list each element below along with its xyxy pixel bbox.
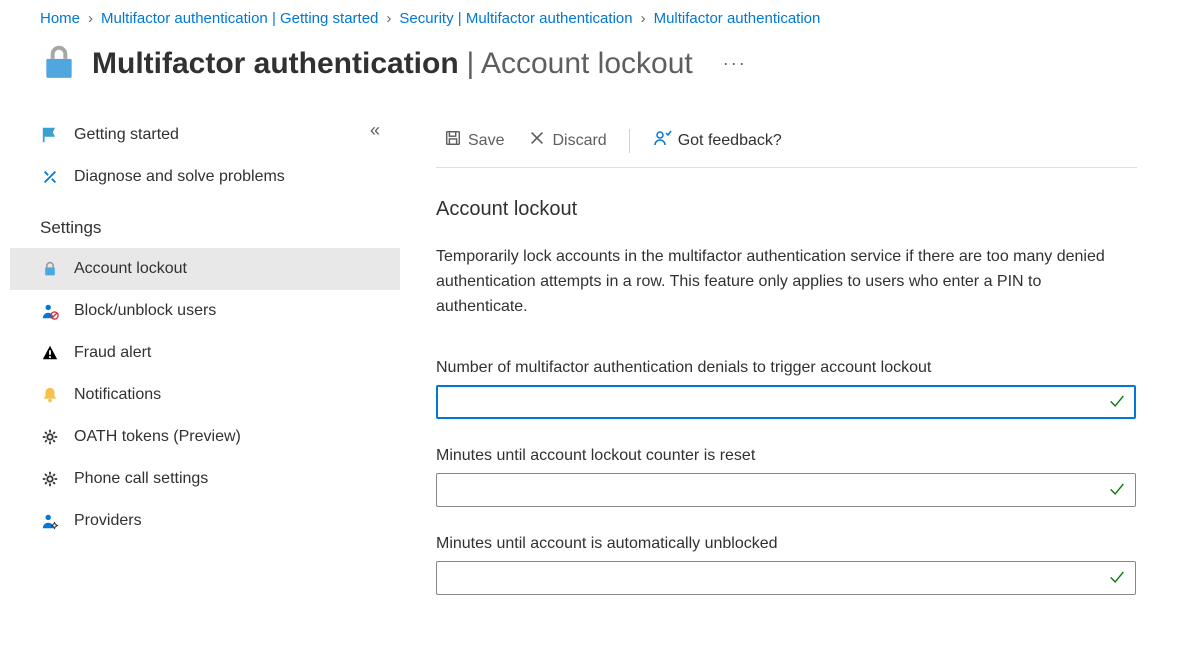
- sidebar-item-label: Fraud alert: [74, 344, 151, 362]
- check-icon: [1108, 568, 1126, 589]
- breadcrumb-link[interactable]: Home: [40, 10, 80, 27]
- sidebar-group-header: Settings: [10, 198, 400, 248]
- user-gear-icon: [40, 511, 60, 531]
- discard-button[interactable]: Discard: [520, 125, 614, 156]
- content-area: Account lockout Temporarily lock account…: [436, 168, 1137, 653]
- page-header: Multifactor authentication | Account loc…: [0, 37, 1177, 114]
- sidebar-item-getting-started[interactable]: Getting started: [10, 114, 400, 156]
- check-icon: [1108, 392, 1126, 413]
- sidebar-item-fraud-alert[interactable]: Fraud alert: [10, 332, 400, 374]
- chevron-right-icon: ›: [386, 10, 391, 27]
- warning-icon: [40, 343, 60, 363]
- discard-label: Discard: [552, 132, 606, 150]
- close-icon: [528, 129, 546, 152]
- form-group-denials: Number of multifactor authentication den…: [436, 359, 1137, 419]
- lock-icon: [40, 43, 78, 84]
- sidebar-item-label: Phone call settings: [74, 470, 208, 488]
- sidebar-item-label: Providers: [74, 512, 142, 530]
- breadcrumb-link[interactable]: Security | Multifactor authentication: [399, 10, 632, 27]
- sidebar-item-label: Diagnose and solve problems: [74, 168, 285, 186]
- form-label: Minutes until account is automatically u…: [436, 535, 1137, 553]
- form-group-unblock-minutes: Minutes until account is automatically u…: [436, 535, 1137, 595]
- sidebar-item-label: Getting started: [74, 126, 179, 144]
- breadcrumb: Home › Multifactor authentication | Gett…: [0, 0, 1177, 37]
- gear-icon: [40, 469, 60, 489]
- save-button[interactable]: Save: [436, 125, 512, 156]
- breadcrumb-link[interactable]: Multifactor authentication: [654, 10, 821, 27]
- breadcrumb-link[interactable]: Multifactor authentication | Getting sta…: [101, 10, 378, 27]
- chevron-right-icon: ›: [641, 10, 646, 27]
- sidebar-item-label: Account lockout: [74, 260, 187, 278]
- form-label: Number of multifactor authentication den…: [436, 359, 1137, 377]
- feedback-button[interactable]: Got feedback?: [644, 124, 790, 157]
- sidebar-item-notifications[interactable]: Notifications: [10, 374, 400, 416]
- sidebar-item-oath-tokens[interactable]: OATH tokens (Preview): [10, 416, 400, 458]
- feedback-icon: [652, 128, 672, 153]
- lock-icon: [40, 259, 60, 279]
- reset-minutes-input[interactable]: [436, 473, 1136, 507]
- tools-icon: [40, 167, 60, 187]
- page-title: Multifactor authentication: [92, 47, 459, 80]
- save-icon: [444, 129, 462, 152]
- toolbar: Save Discard Got feedback?: [436, 114, 1137, 168]
- save-label: Save: [468, 132, 504, 150]
- sidebar-item-label: Notifications: [74, 386, 161, 404]
- gear-icon: [40, 427, 60, 447]
- sidebar: « Getting started Diagnose and solve pro…: [0, 114, 400, 653]
- sidebar-item-label: OATH tokens (Preview): [74, 428, 241, 446]
- check-icon: [1108, 480, 1126, 501]
- sidebar-item-label: Block/unblock users: [74, 302, 216, 320]
- sidebar-item-account-lockout[interactable]: Account lockout: [10, 248, 400, 290]
- sidebar-item-providers[interactable]: Providers: [10, 500, 400, 542]
- page-title-wrap: Multifactor authentication | Account loc…: [92, 47, 693, 81]
- sidebar-item-block-unblock[interactable]: Block/unblock users: [10, 290, 400, 332]
- form-label: Minutes until account lockout counter is…: [436, 447, 1137, 465]
- denials-input[interactable]: [436, 385, 1136, 419]
- flag-icon: [40, 125, 60, 145]
- sidebar-item-diagnose[interactable]: Diagnose and solve problems: [10, 156, 400, 198]
- chevron-right-icon: ›: [88, 10, 93, 27]
- unblock-minutes-input[interactable]: [436, 561, 1136, 595]
- section-title: Account lockout: [436, 198, 1137, 221]
- bell-icon: [40, 385, 60, 405]
- user-block-icon: [40, 301, 60, 321]
- toolbar-separator: [629, 129, 630, 153]
- form-group-reset-minutes: Minutes until account lockout counter is…: [436, 447, 1137, 507]
- collapse-sidebar-button[interactable]: «: [370, 120, 380, 141]
- sidebar-item-phone-call[interactable]: Phone call settings: [10, 458, 400, 500]
- main-content: Save Discard Got feedback? Account locko…: [400, 114, 1177, 653]
- feedback-label: Got feedback?: [678, 132, 782, 150]
- page-subtitle-text: Account lockout: [481, 47, 693, 80]
- section-description: Temporarily lock accounts in the multifa…: [436, 245, 1137, 319]
- more-options-button[interactable]: ···: [723, 53, 747, 74]
- page-subtitle: |: [466, 47, 480, 80]
